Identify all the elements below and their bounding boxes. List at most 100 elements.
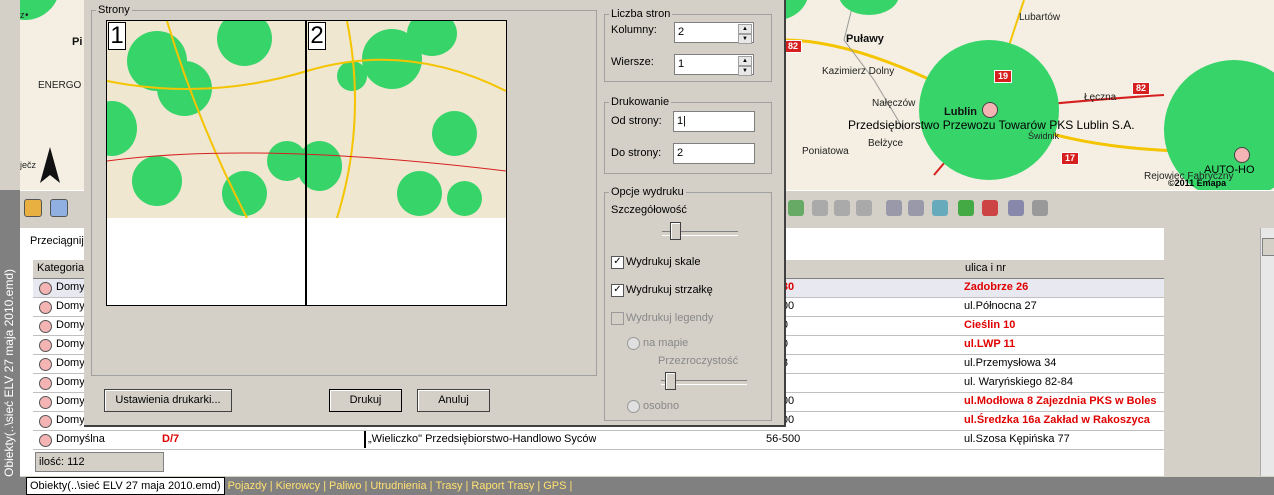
- print-button[interactable]: Drukuj: [329, 389, 402, 412]
- road-sign-82-left: 82: [784, 40, 803, 53]
- kolumny-label: Kolumny:: [611, 24, 657, 36]
- globe-icon[interactable]: [932, 200, 948, 216]
- tab-obiekty[interactable]: Obiekty(..\sieć ELV 27 maja 2010.emd): [26, 477, 225, 495]
- do-strony-input[interactable]: 2: [673, 143, 755, 164]
- map-right[interactable]: Lubartów Puławy Kazimierz Dolny Nałęczów…: [784, 0, 1274, 190]
- row-ulica: ul. Waryńskiego 82-84: [964, 376, 1074, 388]
- map-town-poniatowa: Poniatowa: [802, 146, 849, 157]
- col-header-kategoria[interactable]: Kategoria: [37, 260, 84, 277]
- page-number-1: 1: [108, 22, 126, 50]
- row-ulica: ul.Szosa Kępińska 77: [964, 433, 1070, 445]
- map-town-swidnik: Świdnik: [1028, 131, 1060, 141]
- print-dialog: Strony 1 2 Ustawienia drukarki... Drukuj…: [84, 0, 786, 427]
- przezroczystosc-label: Przezroczystość: [658, 355, 739, 367]
- page-preview[interactable]: 1 2: [106, 20, 507, 306]
- preview-icon[interactable]: [1008, 200, 1024, 216]
- wydrukuj-skale-checkbox[interactable]: ✓: [611, 256, 624, 269]
- table-icon[interactable]: [788, 200, 804, 216]
- row-kategoria: Domyślna: [56, 433, 105, 445]
- map-letter: z: [20, 10, 25, 20]
- tab-trasy[interactable]: Trasy: [432, 478, 465, 494]
- print-icon[interactable]: [1032, 200, 1048, 216]
- wydrukuj-strzalke-checkbox[interactable]: ✓: [611, 284, 624, 297]
- map-left[interactable]: z • Pi ENERGO ječz: [20, 0, 84, 190]
- osobno-radio[interactable]: [627, 400, 640, 413]
- measure-icon[interactable]: [908, 200, 924, 216]
- forward-icon[interactable]: [982, 200, 998, 216]
- map-town-belzyce: Bełżyce: [868, 138, 904, 149]
- opcje-wydruku-legend: Opcje wydruku: [611, 186, 684, 198]
- toolbar-left: [20, 196, 80, 220]
- row-kategoria: Domy: [56, 357, 85, 369]
- tab-raport-trasy[interactable]: Raport Trasy: [468, 478, 537, 494]
- row-ulica: Cieślin 10: [964, 319, 1016, 331]
- map-city-pulawy: Puławy: [846, 33, 884, 45]
- wydrukuj-legendy-checkbox[interactable]: [611, 312, 624, 325]
- row-kategoria: Domy: [56, 376, 85, 388]
- szczegolowosc-thumb[interactable]: [670, 222, 682, 240]
- find-icon[interactable]: [886, 200, 902, 216]
- tab-paliwo[interactable]: Paliwo: [326, 478, 364, 494]
- tab-gps[interactable]: GPS: [540, 478, 569, 494]
- row-kategoria: Domy: [56, 338, 85, 350]
- row-ulica: ul.Modłowa 8 Zajezdnia PKS w Boles: [964, 395, 1157, 407]
- osobno-label: osobno: [643, 400, 680, 412]
- north-arrow-icon: [40, 147, 60, 183]
- toolbar-right: [784, 198, 1054, 220]
- od-strony-input[interactable]: 1|: [673, 111, 755, 132]
- row-kategoria: Domy: [56, 414, 85, 426]
- wiersze-label: Wiersze:: [611, 56, 654, 68]
- kolumny-stepper[interactable]: 2 ▲ ▼: [674, 22, 754, 44]
- wiersze-stepper[interactable]: 1 ▲ ▼: [674, 54, 754, 76]
- select-tool-icon[interactable]: [24, 199, 42, 217]
- row-kategoria: Domy: [56, 300, 85, 312]
- map-copyright: ©2011 Emapa: [1168, 178, 1227, 188]
- tab-pojazdy[interactable]: Pojazdy: [225, 478, 270, 494]
- tab-kierowcy[interactable]: Kierowcy: [273, 478, 324, 494]
- na-mapie-radio[interactable]: [627, 337, 640, 350]
- strony-legend: Strony: [98, 4, 130, 16]
- tab-utrudnienia[interactable]: Utrudnienia: [367, 478, 429, 494]
- liczba-stron-legend: Liczba stron: [611, 8, 671, 20]
- side-tab[interactable]: Obiekty(..\sieć ELV 27 maja 2010.emd): [0, 190, 20, 485]
- zoom-out-icon[interactable]: [834, 200, 850, 216]
- map-city-lublin: Lublin: [944, 106, 977, 118]
- row-id: D/7: [162, 433, 180, 445]
- map-label-jecz: ječz: [20, 160, 37, 170]
- table-row[interactable]: Domyślna D/7 „Wieliczko" Przedsiębiorstw…: [33, 431, 1164, 450]
- zoom-window-icon[interactable]: [856, 200, 872, 216]
- row-kategoria: Domy: [56, 395, 85, 407]
- szczegolowosc-label: Szczegółowość: [611, 204, 687, 216]
- wiersze-value: 1: [678, 58, 685, 70]
- vertical-scrollbar[interactable]: [1260, 228, 1274, 476]
- od-strony-label: Od strony:: [611, 115, 662, 127]
- row-ulica: ul.Przemysłowa 34: [964, 357, 1057, 369]
- row-kod: 56-500: [766, 433, 801, 445]
- road-sign-82: 82: [1132, 82, 1151, 95]
- kolumny-value: 2: [678, 26, 685, 38]
- row-kategoria: Domy: [56, 319, 85, 331]
- na-mapie-label: na mapie: [643, 337, 689, 349]
- przezroczystosc-thumb[interactable]: [664, 372, 676, 390]
- wydrukuj-strzalke-label: Wydrukuj strzałkę: [626, 284, 713, 296]
- wydrukuj-skale-label: Wydrukuj skale: [626, 256, 701, 268]
- count-label: ilość: 112: [35, 452, 164, 472]
- road-sign-19: 19: [994, 70, 1013, 83]
- back-icon[interactable]: [958, 200, 974, 216]
- wydrukuj-legendy-label: Wydrukuj legendy: [626, 312, 714, 324]
- row-ulica: ul.LWP 11: [964, 338, 1016, 350]
- col-header-ulica[interactable]: ulica i nr: [965, 260, 1006, 277]
- cancel-button[interactable]: Anuluj: [417, 389, 490, 412]
- do-strony-label: Do strony:: [611, 147, 662, 159]
- zoom-in-icon[interactable]: [812, 200, 828, 216]
- row-kategoria: Domy: [56, 281, 85, 293]
- eraser-tool-icon[interactable]: [50, 199, 68, 217]
- row-ulica: Zadobrze 26: [964, 281, 1029, 293]
- printer-settings-button[interactable]: Ustawienia drukarki...: [104, 389, 232, 412]
- map-poi-label: Przedsiębiorstwo Przewozu Towarów PKS Lu…: [848, 118, 1135, 132]
- row-ulica: ul.Północna 27: [964, 300, 1037, 312]
- page-number-2: 2: [308, 22, 326, 50]
- row-miasto: Syców: [564, 433, 597, 445]
- row-nazwa: „Wieliczko" Przedsiębiorstwo-Handlowo: [364, 431, 568, 448]
- map-town-lubartow: Lubartów: [1019, 12, 1061, 23]
